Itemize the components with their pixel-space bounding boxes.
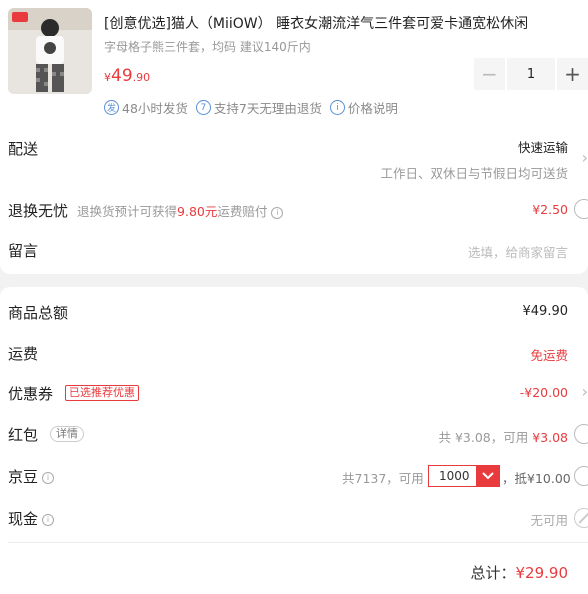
- shipping-fee-value: 免运费: [530, 348, 568, 363]
- goods-total-label: 商品总额: [8, 304, 69, 322]
- chevron-down-icon[interactable]: [476, 466, 499, 486]
- seven-day-return-icon: 7: [195, 100, 211, 115]
- goods-total-value: ¥49.90: [522, 304, 569, 319]
- jingdou-checkbox[interactable]: [574, 466, 588, 486]
- red-packet-checkbox[interactable]: [574, 424, 588, 444]
- quantity-input[interactable]: 1: [506, 58, 556, 90]
- total-value: ¥29.90: [515, 564, 569, 582]
- jingdou-available: 共7137，可用: [342, 471, 424, 486]
- cash-label: 现金 i: [8, 508, 55, 529]
- coupon-label: 优惠券: [8, 385, 54, 403]
- service-item[interactable]: 发 48小时发货: [104, 98, 188, 117]
- info-icon[interactable]: i: [42, 513, 55, 526]
- coupon-selected-badge: 已选推荐优惠: [65, 385, 139, 401]
- product-thumbnail[interactable]: [8, 8, 92, 94]
- service-label: 支持7天无理由退货: [213, 101, 322, 116]
- return-insurance-label: 退换无忧: [8, 202, 69, 220]
- jingdou-label: 京豆 i: [8, 466, 55, 487]
- red-packet-label: 红包: [8, 426, 39, 444]
- order-total: 总计：¥29.90: [470, 562, 568, 583]
- total-label: 总计：: [470, 564, 516, 582]
- order-item-card: [创意优选]猫人（MiiOW） 睡衣女潮流洋气三件套可爱卡通宽松休闲 字母格子熊…: [0, 0, 588, 274]
- product-price: ¥49.90: [104, 66, 151, 86]
- jingdou-deduct: ，抵¥10.00: [502, 471, 571, 486]
- delivery-method[interactable]: 快速运输: [518, 137, 568, 156]
- service-badges: 发 48小时发货 7 支持7天无理由退货 i 价格说明: [104, 98, 406, 117]
- service-item[interactable]: i 价格说明: [329, 98, 398, 117]
- coupon-value[interactable]: -¥20.00: [520, 385, 568, 400]
- product-spec[interactable]: 字母格子熊三件套，均码 建议140斤内: [104, 38, 311, 55]
- decrease-button[interactable]: −: [474, 58, 505, 90]
- service-label: 48小时发货: [122, 101, 188, 116]
- product-title[interactable]: [创意优选]猫人（MiiOW） 睡衣女潮流洋气三件套可爱卡通宽松休闲: [104, 13, 588, 33]
- cash-checkbox-disabled: [574, 508, 588, 528]
- chevron-right-icon[interactable]: ›: [582, 382, 588, 401]
- red-packet-detail-button[interactable]: 详情: [50, 426, 84, 442]
- service-label: 价格说明: [347, 101, 398, 116]
- jingdou-amount-select[interactable]: 1000: [428, 465, 500, 487]
- service-item[interactable]: 7 支持7天无理由退货: [195, 98, 322, 117]
- return-insurance-checkbox[interactable]: [574, 199, 588, 219]
- return-insurance-desc: 退换货预计可获得9.80元运费赔付 i: [77, 201, 284, 220]
- quantity-stepper: − 1 +: [474, 58, 588, 90]
- info-icon: i: [329, 100, 345, 115]
- chevron-right-icon[interactable]: ›: [582, 148, 588, 167]
- delivery-note: 工作日、双休日与节假日均可送货: [380, 166, 568, 181]
- shipping-fee-label: 运费: [8, 345, 39, 363]
- message-input[interactable]: 选填，给商家留言: [468, 242, 568, 261]
- delivery-label: 配送: [8, 140, 39, 158]
- info-icon[interactable]: i: [42, 471, 55, 484]
- increase-button[interactable]: +: [557, 58, 588, 90]
- divider: [8, 542, 588, 543]
- red-packet-info: 共 ¥3.08，可用 ¥3.08: [438, 430, 568, 445]
- shipping-icon: 发: [104, 100, 119, 115]
- jingdou-amount-value[interactable]: 1000: [429, 466, 476, 486]
- return-insurance-price: ¥2.50: [532, 202, 568, 217]
- message-label: 留言: [8, 242, 39, 260]
- cash-value: 无可用: [530, 513, 568, 528]
- info-icon[interactable]: i: [271, 206, 284, 219]
